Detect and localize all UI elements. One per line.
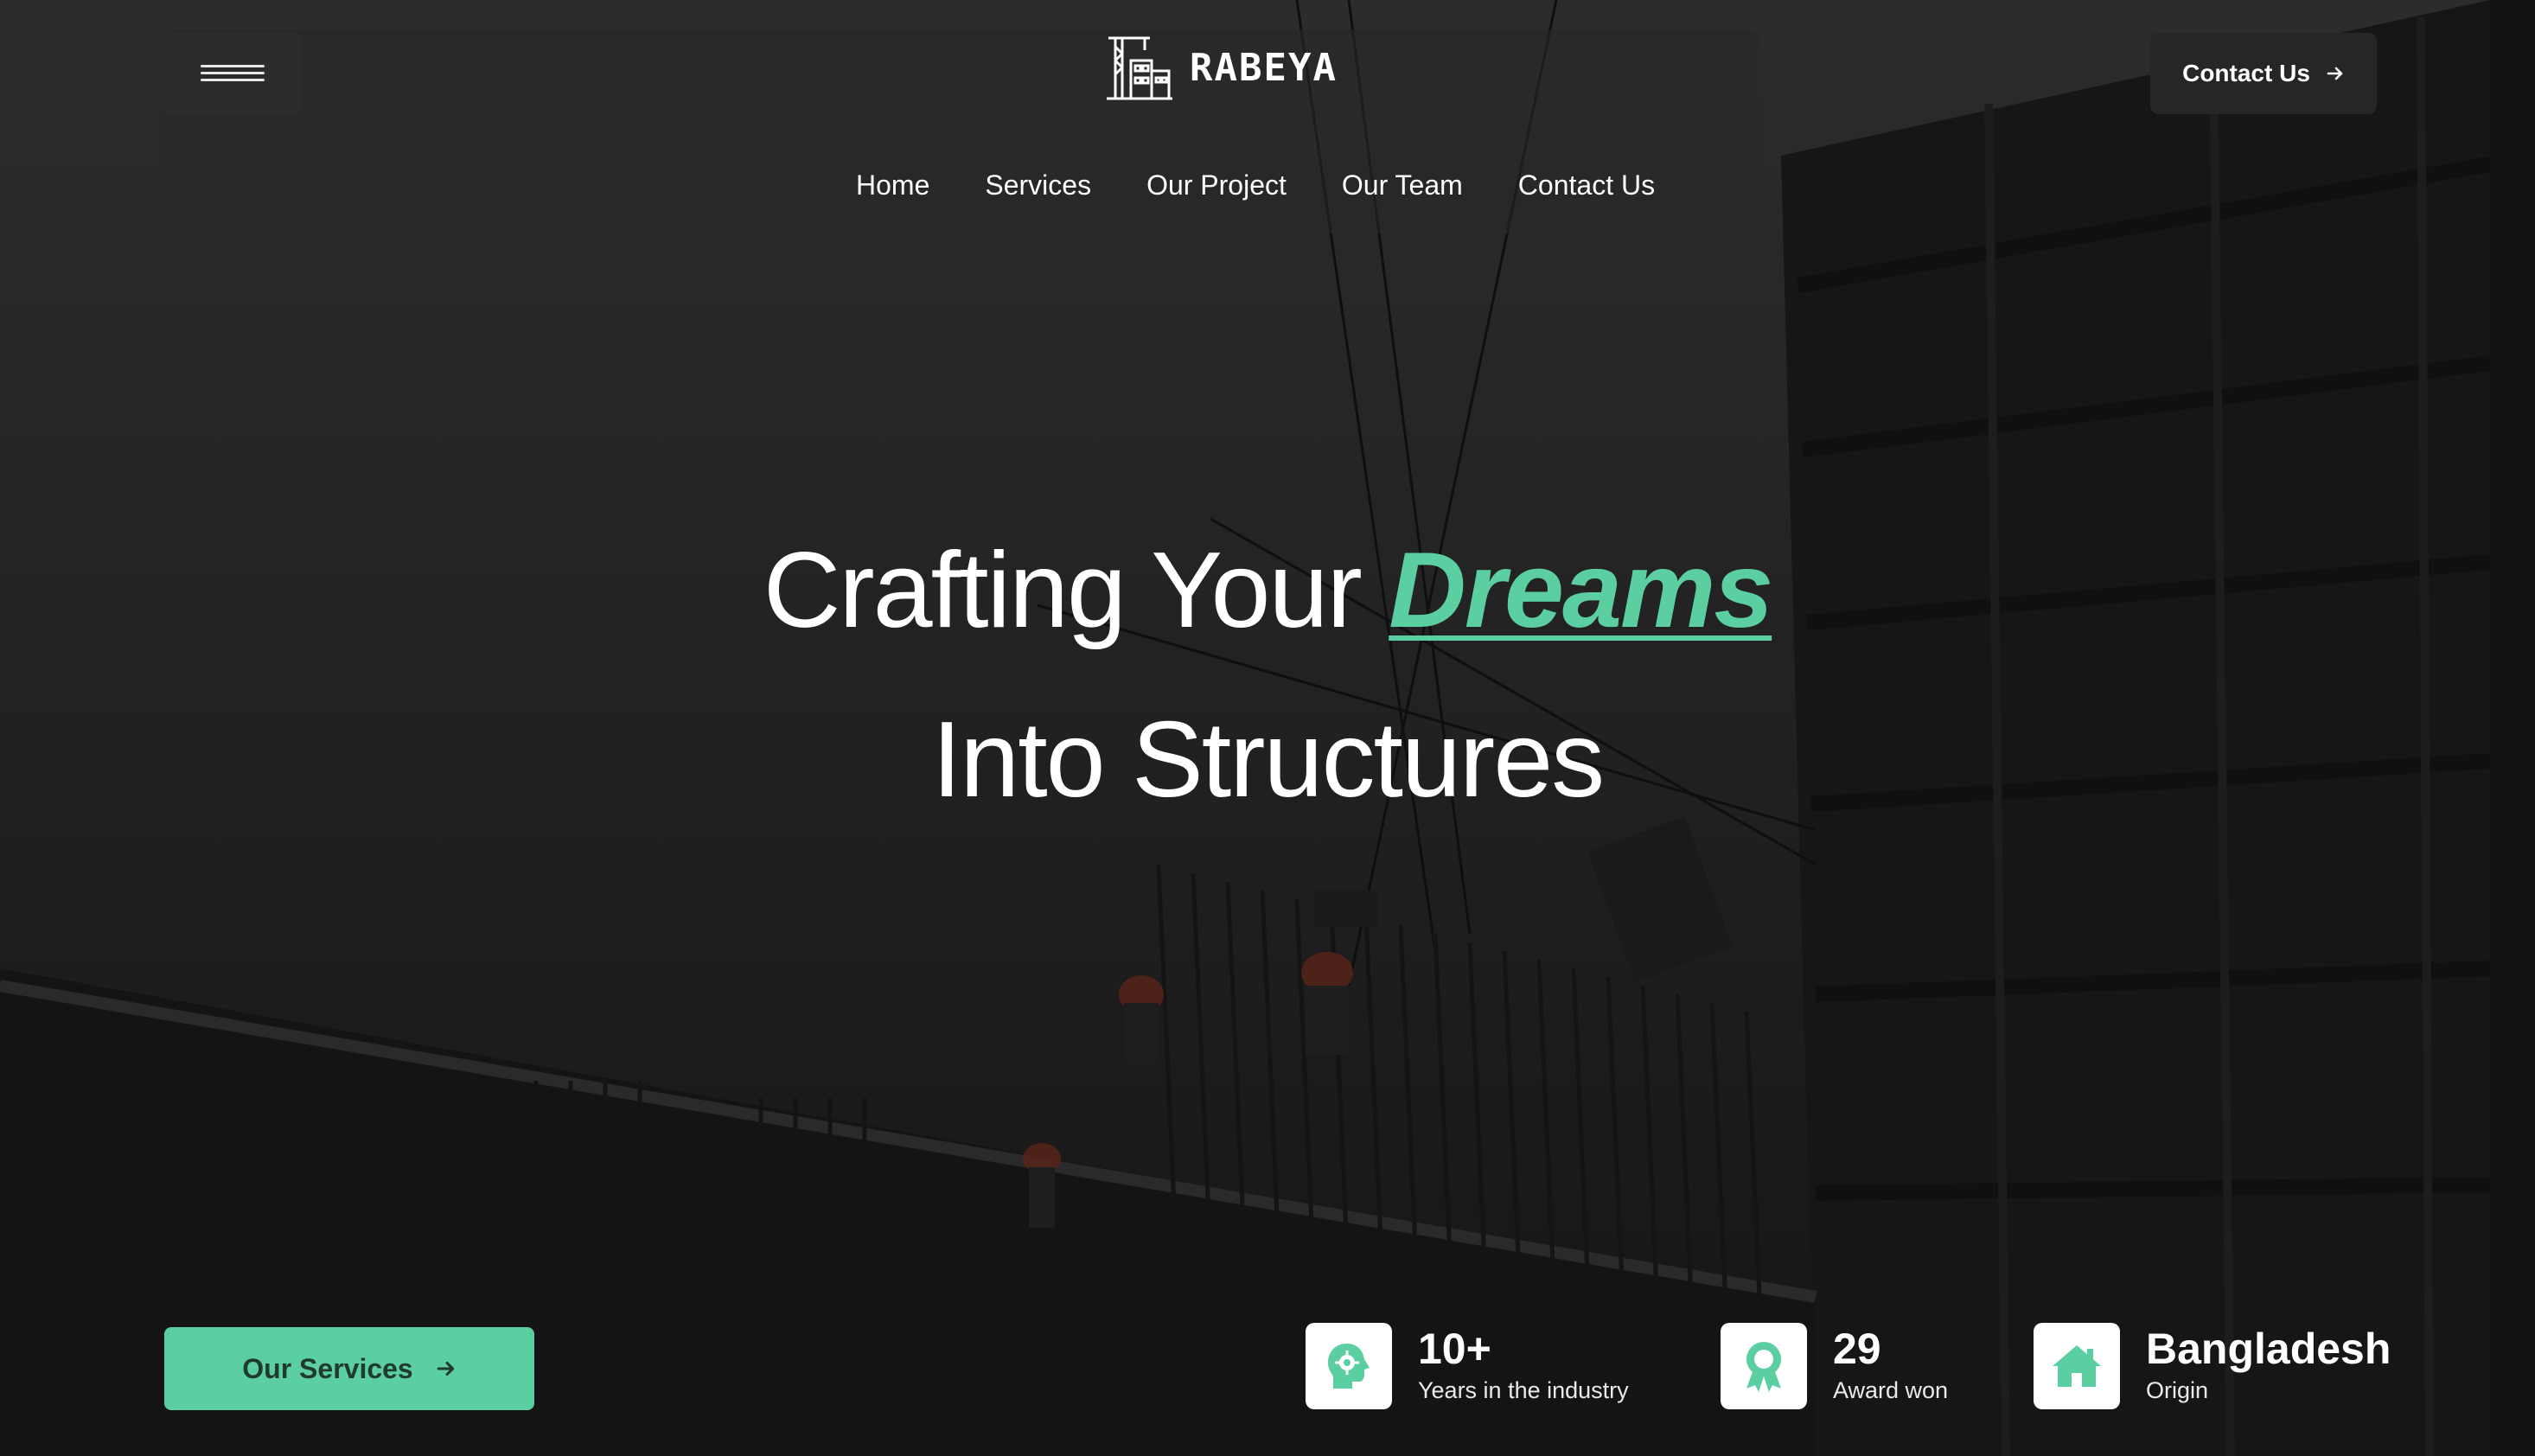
stat-years-label: Years in the industry [1418,1377,1629,1403]
arrow-right-icon [2327,67,2343,80]
stat-origin-label: Origin [2146,1377,2209,1403]
stat-years-value: 10+ [1418,1325,1491,1373]
nav-home[interactable]: Home [856,169,929,208]
stat-icon-box [1721,1323,1807,1409]
nav-our-project[interactable]: Our Project [1146,169,1287,208]
stat-awards: 29 Award won [1721,1322,1948,1410]
stat-text: 10+ Years in the industry [1418,1325,1629,1408]
building-crane-icon [1107,36,1172,100]
stat-text: 29 Award won [1833,1325,1948,1408]
stat-origin-value: Bangladesh [2146,1325,2391,1373]
contact-us-button[interactable]: Contact Us [2150,33,2377,114]
main-nav: Home Services Our Project Our Team Conta… [856,169,1655,208]
stat-icon-box [1306,1323,1392,1409]
hamburger-icon [201,65,265,67]
nav-our-team[interactable]: Our Team [1342,169,1463,208]
brand-logo[interactable]: RABEYA [1105,33,1338,102]
hero-prefix: Crafting Your [763,531,1363,650]
head-gear-icon [1328,1344,1370,1389]
stat-text: Bangladesh Origin [2146,1325,2391,1408]
hero-line-1: Crafting Your Dreams [0,506,2535,675]
stat-origin: Bangladesh Origin [2034,1322,2391,1410]
award-ribbon-icon [1746,1342,1781,1392]
our-services-button[interactable]: Our Services [164,1327,534,1410]
page: RABEYA Contact Us Home Services Our Proj… [0,0,2535,1456]
our-services-label: Our Services [242,1352,413,1384]
nav-contact-us[interactable]: Contact Us [1518,169,1655,208]
contact-us-label: Contact Us [2182,60,2310,86]
hero-heading: Crafting Your Dreams Into Structures [0,506,2535,845]
arrow-right-icon [437,1361,454,1376]
hero-accent-word: Dreams [1389,531,1773,650]
stat-years: 10+ Years in the industry [1306,1322,1629,1410]
house-icon [2053,1345,2101,1387]
brand-name: RABEYA [1190,45,1338,90]
menu-button[interactable] [164,33,301,114]
stat-icon-box [2034,1323,2120,1409]
stat-awards-label: Award won [1833,1377,1949,1403]
stat-awards-value: 29 [1833,1325,1881,1373]
nav-services[interactable]: Services [985,169,1091,208]
hero-line-2: Into Structures [931,700,1605,820]
hamburger-bar [201,72,265,74]
hamburger-bar [201,79,265,81]
